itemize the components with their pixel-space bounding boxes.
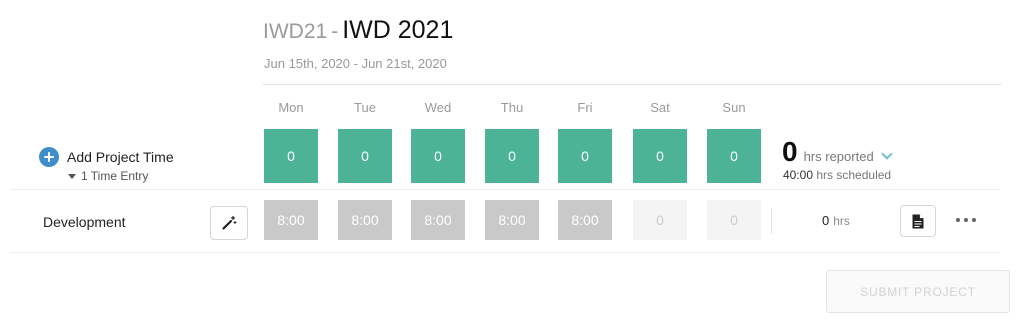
- time-input-sat[interactable]: 0: [633, 200, 687, 240]
- page-title: IWD21- IWD 2021: [263, 16, 453, 45]
- day-label-wed: Wed: [424, 100, 452, 115]
- time-entries-label: 1 Time Entry: [81, 169, 149, 183]
- time-input-sun[interactable]: 0: [707, 200, 761, 240]
- add-project-time-button[interactable]: Add Project Time: [39, 147, 174, 167]
- hours-scheduled-label: hrs scheduled: [816, 168, 892, 182]
- more-horizontal-icon-dot: [972, 218, 976, 222]
- time-input-tue[interactable]: 8:00: [338, 200, 392, 240]
- magic-wand-icon: [222, 215, 237, 230]
- day-total-sun[interactable]: 0: [707, 129, 761, 183]
- title-separator: -: [331, 20, 339, 43]
- hours-scheduled-value: 40:00: [783, 168, 814, 182]
- day-label-tue: Tue: [354, 100, 376, 115]
- hours-reported: 0 hrs reported: [782, 136, 893, 168]
- more-horizontal-icon-dot: [964, 218, 968, 222]
- chevron-down-icon[interactable]: [881, 148, 893, 160]
- day-total-wed[interactable]: 0: [411, 129, 465, 183]
- project-row-total-value: 0: [822, 213, 830, 228]
- hours-scheduled: 40:00 hrs scheduled: [783, 168, 891, 182]
- time-input-wed[interactable]: 8:00: [411, 200, 465, 240]
- submit-project-button[interactable]: SUBMIT PROJECT: [826, 270, 1010, 313]
- project-name: IWD 2021: [342, 16, 454, 44]
- hours-reported-label: hrs reported: [803, 149, 874, 164]
- day-total-tue[interactable]: 0: [338, 129, 392, 183]
- day-total-fri[interactable]: 0: [558, 129, 612, 183]
- more-options-button[interactable]: [956, 213, 976, 227]
- document-icon: [912, 214, 924, 228]
- autofill-button[interactable]: [210, 206, 248, 240]
- hours-reported-value: 0: [782, 136, 798, 167]
- day-label-sun: Sun: [722, 100, 746, 115]
- project-row-total-unit: hrs: [833, 214, 850, 228]
- row-divider-bottom: [10, 252, 1000, 253]
- time-input-fri[interactable]: 8:00: [558, 200, 612, 240]
- add-project-time-label: Add Project Time: [67, 149, 174, 165]
- day-label-sat: Sat: [650, 100, 670, 115]
- day-label-fri: Fri: [577, 100, 593, 115]
- project-row-name: Development: [43, 214, 126, 230]
- time-entries-toggle[interactable]: 1 Time Entry: [68, 169, 148, 183]
- total-divider: [771, 208, 772, 234]
- more-horizontal-icon-dot: [956, 218, 960, 222]
- day-label-mon: Mon: [278, 100, 304, 115]
- caret-down-icon: [68, 173, 76, 179]
- day-total-sat[interactable]: 0: [633, 129, 687, 183]
- plus-circle-icon: [39, 147, 59, 167]
- day-total-mon[interactable]: 0: [264, 129, 318, 183]
- time-input-mon[interactable]: 8:00: [264, 200, 318, 240]
- notes-button[interactable]: [900, 205, 936, 237]
- date-range: Jun 15th, 2020 - Jun 21st, 2020: [264, 56, 447, 71]
- project-code: IWD21: [263, 20, 328, 43]
- day-total-thu[interactable]: 0: [485, 129, 539, 183]
- header-divider: [263, 84, 1001, 85]
- project-row-total: 0 hrs: [822, 213, 850, 228]
- row-divider-top: [10, 189, 1000, 190]
- day-label-thu: Thu: [500, 100, 524, 115]
- time-input-thu[interactable]: 8:00: [485, 200, 539, 240]
